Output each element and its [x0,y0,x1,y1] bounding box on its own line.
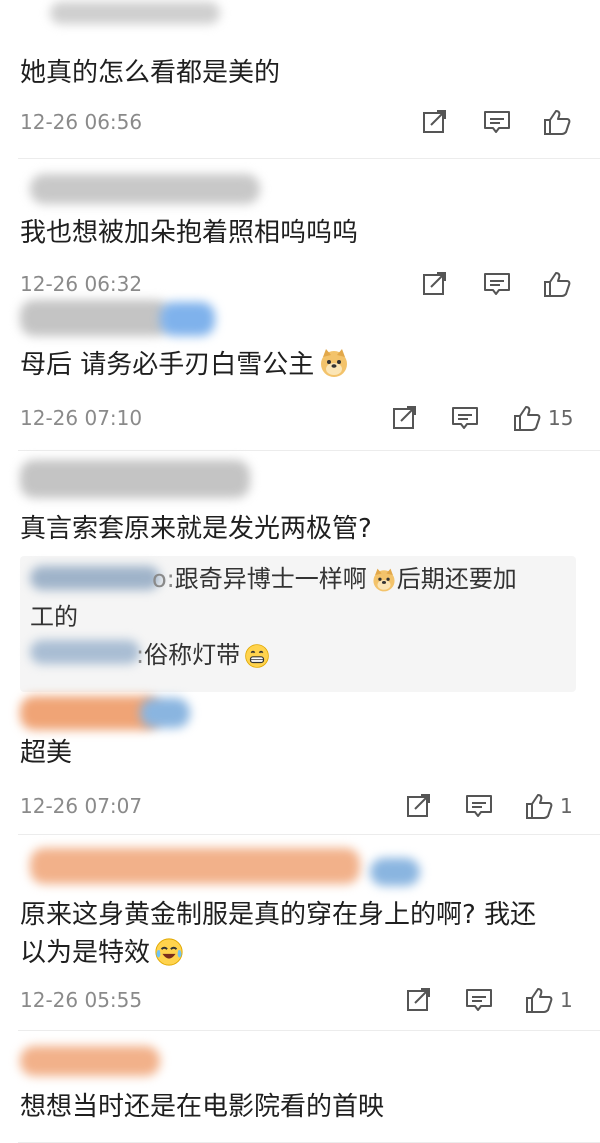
comment-item: 我也想被加朵抱着照相呜呜呜 12-26 06:32 [0,160,600,300]
reply-text-cont: 后期还要加 [396,565,517,593]
divider [18,450,600,451]
comment-text: 她真的怎么看都是美的 [20,58,281,88]
share-icon [390,404,418,432]
reply-line: o:跟奇异博士一样啊 后期还要加 [152,562,566,596]
comment-item: 真言索套原来就是发光两极管? o:跟奇异博士一样啊 后期还要加 工的 :俗称灯带 [0,452,600,692]
avatar-badge-blur [370,858,420,886]
share-icon [420,270,448,298]
comment-item: 想想当时还是在电影院看的首映 [0,1032,600,1143]
like-button[interactable] [542,106,578,138]
reply-text: 跟奇异博士一样啊 [174,565,367,593]
comment-item: 她真的怎么看都是美的 12-26 06:56 [0,0,600,160]
share-icon [420,108,448,136]
comment-icon [464,986,494,1014]
reply-button[interactable] [450,402,480,434]
comment-body: 以为是特效 [20,938,151,968]
reply-text: 俗称灯带 [144,641,241,669]
like-icon [524,791,554,821]
avatar-username-blur [20,300,170,336]
comment-text-line: 原来这身黄金制服是真的穿在身上的啊? 我还 [20,900,537,930]
reply-preview-box[interactable]: o:跟奇异博士一样啊 后期还要加 工的 :俗称灯带 [20,556,576,692]
avatar-username-blur [50,2,220,24]
laugh-cry-emoji [154,937,184,967]
reply-button[interactable] [464,984,494,1016]
comment-time: 12-26 06:56 [20,110,143,134]
doge-emoji [371,567,397,593]
comment-meta: 12-26 07:10 15 [0,398,600,438]
comment-item: 母后 请务必手刃白雪公主 12-26 07:10 15 [0,298,600,451]
divider [18,1030,600,1031]
avatar-username-blur [20,696,160,730]
reply-line: :俗称灯带 [136,638,566,672]
comment-text: 我也想被加朵抱着照相呜呜呜 [20,218,359,248]
reply-username-blur [30,566,160,590]
comment-time: 12-26 05:55 [20,988,143,1012]
share-button[interactable] [404,984,432,1016]
comment-item: 超美 12-26 07:07 1 [0,690,600,840]
like-icon [542,107,572,137]
comment-text-line: 以为是特效 [20,934,580,972]
reply-button[interactable] [464,790,494,822]
like-icon [512,403,542,433]
comment-text: 真言索套原来就是发光两极管? [20,514,372,544]
comment-icon [482,108,512,136]
like-count: 1 [560,794,573,818]
divider [18,158,600,159]
comment-icon [464,792,494,820]
share-icon [404,792,432,820]
comment-time: 12-26 07:07 [20,794,143,818]
avatar-badge-blur [160,302,215,336]
share-button[interactable] [420,106,448,138]
comment-body: 母后 请务必手刃白雪公主 [20,350,315,380]
grin-emoji [244,643,270,669]
comment-text: 原来这身黄金制服是真的穿在身上的啊? 我还 以为是特效 [20,896,580,972]
avatar-username-blur [30,174,260,204]
comment-time: 12-26 07:10 [20,406,143,430]
comment-text: 母后 请务必手刃白雪公主 [20,346,580,384]
share-icon [404,986,432,1014]
like-count: 1 [560,988,573,1012]
reply-username: : [136,641,145,669]
comment-meta: 12-26 06:56 [0,102,600,142]
comment-time: 12-26 06:32 [20,272,143,296]
doge-emoji [318,347,350,379]
like-icon [542,269,572,299]
like-button[interactable]: 15 [512,402,573,434]
avatar-username-blur [20,1046,160,1076]
divider [18,834,600,835]
comment-item: 原来这身黄金制服是真的穿在身上的啊? 我还 以为是特效 12-26 05:55 … [0,836,600,1032]
comment-icon [482,270,512,298]
avatar-username-blur [30,848,360,884]
comment-icon [450,404,480,432]
reply-username-blur [30,640,140,664]
share-button[interactable] [390,402,418,434]
avatar-username-blur [20,460,250,498]
reply-line: 工的 [30,603,78,631]
reply-button[interactable] [482,106,512,138]
like-count: 15 [548,406,574,430]
avatar-badge-blur [140,698,190,728]
share-button[interactable] [404,790,432,822]
share-button[interactable] [420,268,448,300]
comment-meta: 12-26 05:55 1 [0,980,600,1020]
like-button[interactable]: 1 [524,790,573,822]
like-button[interactable]: 1 [524,984,573,1016]
comment-text: 想想当时还是在电影院看的首映 [20,1092,385,1122]
like-icon [524,985,554,1015]
reply-username: o: [152,565,175,593]
like-button[interactable] [542,268,578,300]
comment-meta: 12-26 07:07 1 [0,786,600,826]
comment-text: 超美 [20,738,73,768]
reply-button[interactable] [482,268,512,300]
